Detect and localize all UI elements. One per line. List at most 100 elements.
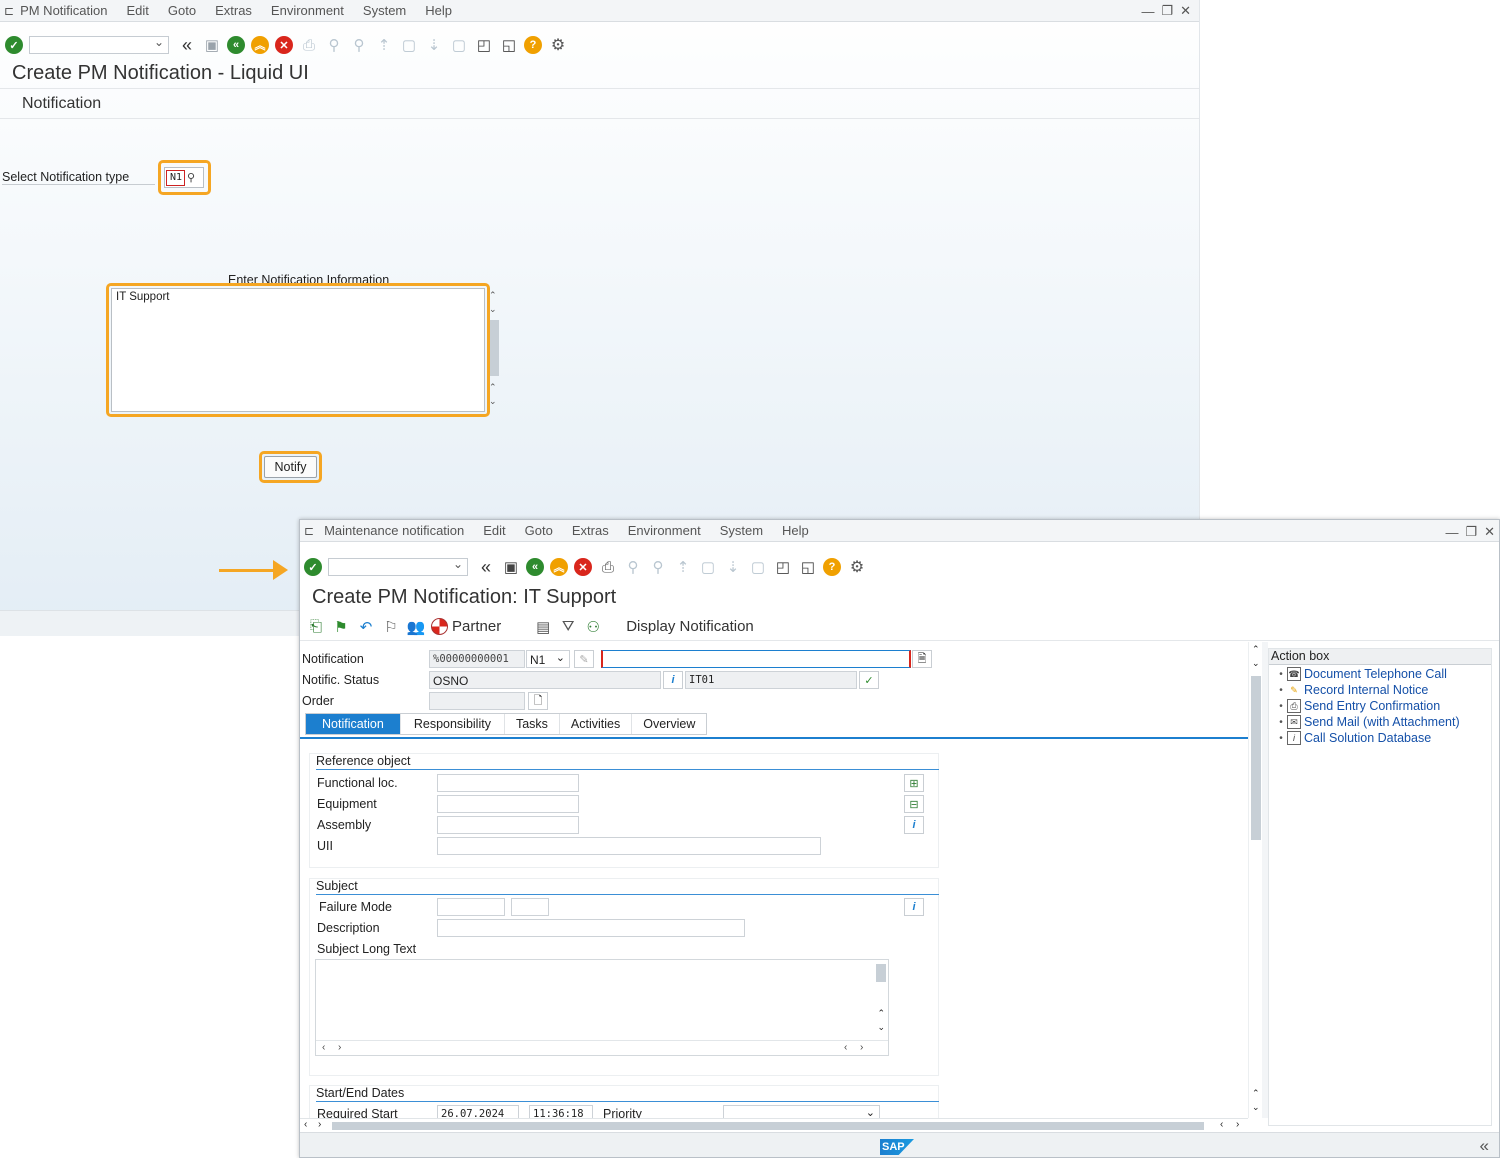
double-chevron-left-icon[interactable]: « xyxy=(1480,1136,1489,1156)
checkered-flag-icon[interactable]: ⚐ xyxy=(381,617,401,637)
pencil-icon[interactable]: ✎ xyxy=(574,650,594,668)
scroll-up-icon-2[interactable]: ⌃ xyxy=(1252,1088,1260,1099)
last-page-icon[interactable]: ▢ xyxy=(449,35,469,55)
menu-system[interactable]: System xyxy=(363,3,406,18)
layout-icon[interactable]: ▤ xyxy=(533,617,553,637)
previous-page-icon[interactable]: ▢ xyxy=(399,35,419,55)
menu-pm-notification[interactable]: PM Notification xyxy=(20,3,107,18)
flag-icon[interactable]: ⚑ xyxy=(331,617,351,637)
print-icon[interactable]: ⎙ xyxy=(299,35,319,55)
main-hscrollbar[interactable]: ‹ › ‹ › xyxy=(300,1118,1248,1132)
exit-icon[interactable]: ︽ xyxy=(550,558,568,576)
restore-icon[interactable]: ❐ xyxy=(1161,3,1173,19)
minimize-icon[interactable]: — xyxy=(1141,4,1154,19)
long-text-icon[interactable]: 🗎 xyxy=(912,650,932,668)
scroll-left-icon[interactable]: ‹ xyxy=(322,1042,325,1053)
create-session-icon[interactable]: ◰ xyxy=(474,35,494,55)
scroll-down-icon[interactable]: ⌄ xyxy=(489,304,497,315)
help-icon[interactable]: ? xyxy=(524,36,542,54)
first-page-icon[interactable]: ⇡ xyxy=(374,35,394,55)
scroll-left-icon[interactable]: ‹ xyxy=(304,1119,307,1130)
action-call-solution-database[interactable]: • i Call Solution Database xyxy=(1275,730,1491,746)
find-next-icon[interactable]: ⚲ xyxy=(648,557,668,577)
menu-icon[interactable]: ⊏ xyxy=(304,524,314,538)
cancel-icon[interactable]: ✕ xyxy=(574,558,592,576)
find-next-icon[interactable]: ⚲ xyxy=(349,35,369,55)
failure-mode-code-input[interactable] xyxy=(437,898,505,916)
menu-edit[interactable]: Edit xyxy=(483,523,505,538)
main-scroll-thumb[interactable] xyxy=(1251,676,1261,840)
action-record-internal-notice[interactable]: • ✎ Record Internal Notice xyxy=(1275,682,1491,698)
menu-maintenance-notification[interactable]: Maintenance notification xyxy=(324,523,464,538)
info-icon[interactable]: i xyxy=(904,816,924,834)
close-icon[interactable]: ✕ xyxy=(1180,3,1191,19)
enter-icon[interactable]: ✓ xyxy=(304,558,322,576)
menu-goto[interactable]: Goto xyxy=(168,3,196,18)
scroll-down-icon[interactable]: ⌄ xyxy=(1252,658,1260,669)
document-flow-icon[interactable]: ⎗ xyxy=(306,617,326,637)
failure-mode-group-input[interactable] xyxy=(511,898,549,916)
required-start-time-input[interactable]: 11:36:18 xyxy=(529,1105,593,1118)
subject-long-text-area[interactable]: ⌃ ⌄ ‹ › ‹ › xyxy=(315,959,889,1056)
menu-environment[interactable]: Environment xyxy=(628,523,701,538)
menu-extras[interactable]: Extras xyxy=(215,3,252,18)
command-field[interactable] xyxy=(29,35,169,54)
create-order-icon[interactable]: 🗋 xyxy=(528,692,548,710)
scroll-up-icon[interactable]: ⌃ xyxy=(489,290,497,301)
command-field[interactable] xyxy=(328,557,468,576)
previous-page-icon[interactable]: ▢ xyxy=(698,557,718,577)
partner-button[interactable]: Partner xyxy=(431,618,501,635)
tab-notification[interactable]: Notification xyxy=(306,714,401,734)
info-icon[interactable]: i xyxy=(904,898,924,916)
scroll-down-icon-2[interactable]: ⌄ xyxy=(1252,1102,1260,1113)
last-page-icon[interactable]: ▢ xyxy=(748,557,768,577)
person-icon[interactable]: ⚇ xyxy=(583,617,603,637)
gear-icon[interactable]: ⚙ xyxy=(847,557,867,577)
action-document-telephone-call[interactable]: • ☎ Document Telephone Call xyxy=(1275,666,1491,682)
uii-input[interactable] xyxy=(437,837,821,855)
scroll-up-icon[interactable]: ⌃ xyxy=(877,1008,885,1019)
scroll-right-icon[interactable]: › xyxy=(338,1042,341,1053)
long-text-hscroll[interactable]: ‹ › ‹ › xyxy=(316,1040,888,1055)
scroll-thumb[interactable] xyxy=(490,320,499,376)
save-icon[interactable]: ▣ xyxy=(501,557,521,577)
double-chevron-left-icon[interactable]: « xyxy=(476,557,496,577)
equipment-input[interactable] xyxy=(437,795,579,813)
exit-icon[interactable]: ︽ xyxy=(251,36,269,54)
functional-loc-input[interactable] xyxy=(437,774,579,792)
scroll-left-icon-2[interactable]: ‹ xyxy=(844,1042,847,1053)
assembly-input[interactable] xyxy=(437,816,579,834)
menu-help[interactable]: Help xyxy=(425,3,452,18)
info-icon[interactable]: i xyxy=(663,671,683,689)
menu-environment[interactable]: Environment xyxy=(271,3,344,18)
priority-select[interactable]: ⌄ xyxy=(723,1105,880,1118)
tab-responsibility[interactable]: Responsibility xyxy=(401,714,505,734)
close-icon[interactable]: ✕ xyxy=(1484,524,1495,540)
shortcut-icon[interactable]: ◱ xyxy=(798,557,818,577)
users-icon[interactable]: 👥 xyxy=(406,617,426,637)
display-notification-button[interactable]: Display Notification xyxy=(626,618,754,635)
gear-icon[interactable]: ⚙ xyxy=(548,35,568,55)
scroll-up-icon-2[interactable]: ⌃ xyxy=(489,382,497,393)
hierarchy-icon[interactable]: ⊟ xyxy=(904,795,924,813)
status-check-icon[interactable]: ✓ xyxy=(859,671,879,689)
shortcut-icon[interactable]: ◱ xyxy=(499,35,519,55)
find-icon[interactable]: ⚲ xyxy=(623,557,643,577)
notification-type-field[interactable]: N1 ⚲ xyxy=(164,167,204,188)
back-icon[interactable]: « xyxy=(227,36,245,54)
next-page-icon[interactable]: ⇣ xyxy=(424,35,444,55)
structure-icon[interactable]: ⊞ xyxy=(904,774,924,792)
filter-icon[interactable]: ⛛ xyxy=(558,617,578,637)
tab-tasks[interactable]: Tasks xyxy=(505,714,560,734)
action-send-entry-confirmation[interactable]: • ⎙ Send Entry Confirmation xyxy=(1275,698,1491,714)
create-session-icon[interactable]: ◰ xyxy=(773,557,793,577)
double-chevron-left-icon[interactable]: « xyxy=(177,35,197,55)
menu-extras[interactable]: Extras xyxy=(572,523,609,538)
enter-icon[interactable]: ✓ xyxy=(5,36,23,54)
scroll-right-icon[interactable]: › xyxy=(318,1119,321,1130)
hscroll-thumb[interactable] xyxy=(332,1122,1204,1130)
search-help-icon[interactable]: ⚲ xyxy=(187,171,195,184)
next-page-icon[interactable]: ⇣ xyxy=(723,557,743,577)
tab-activities[interactable]: Activities xyxy=(560,714,633,734)
notification-type-select[interactable]: N1 ⌄ xyxy=(526,650,570,668)
